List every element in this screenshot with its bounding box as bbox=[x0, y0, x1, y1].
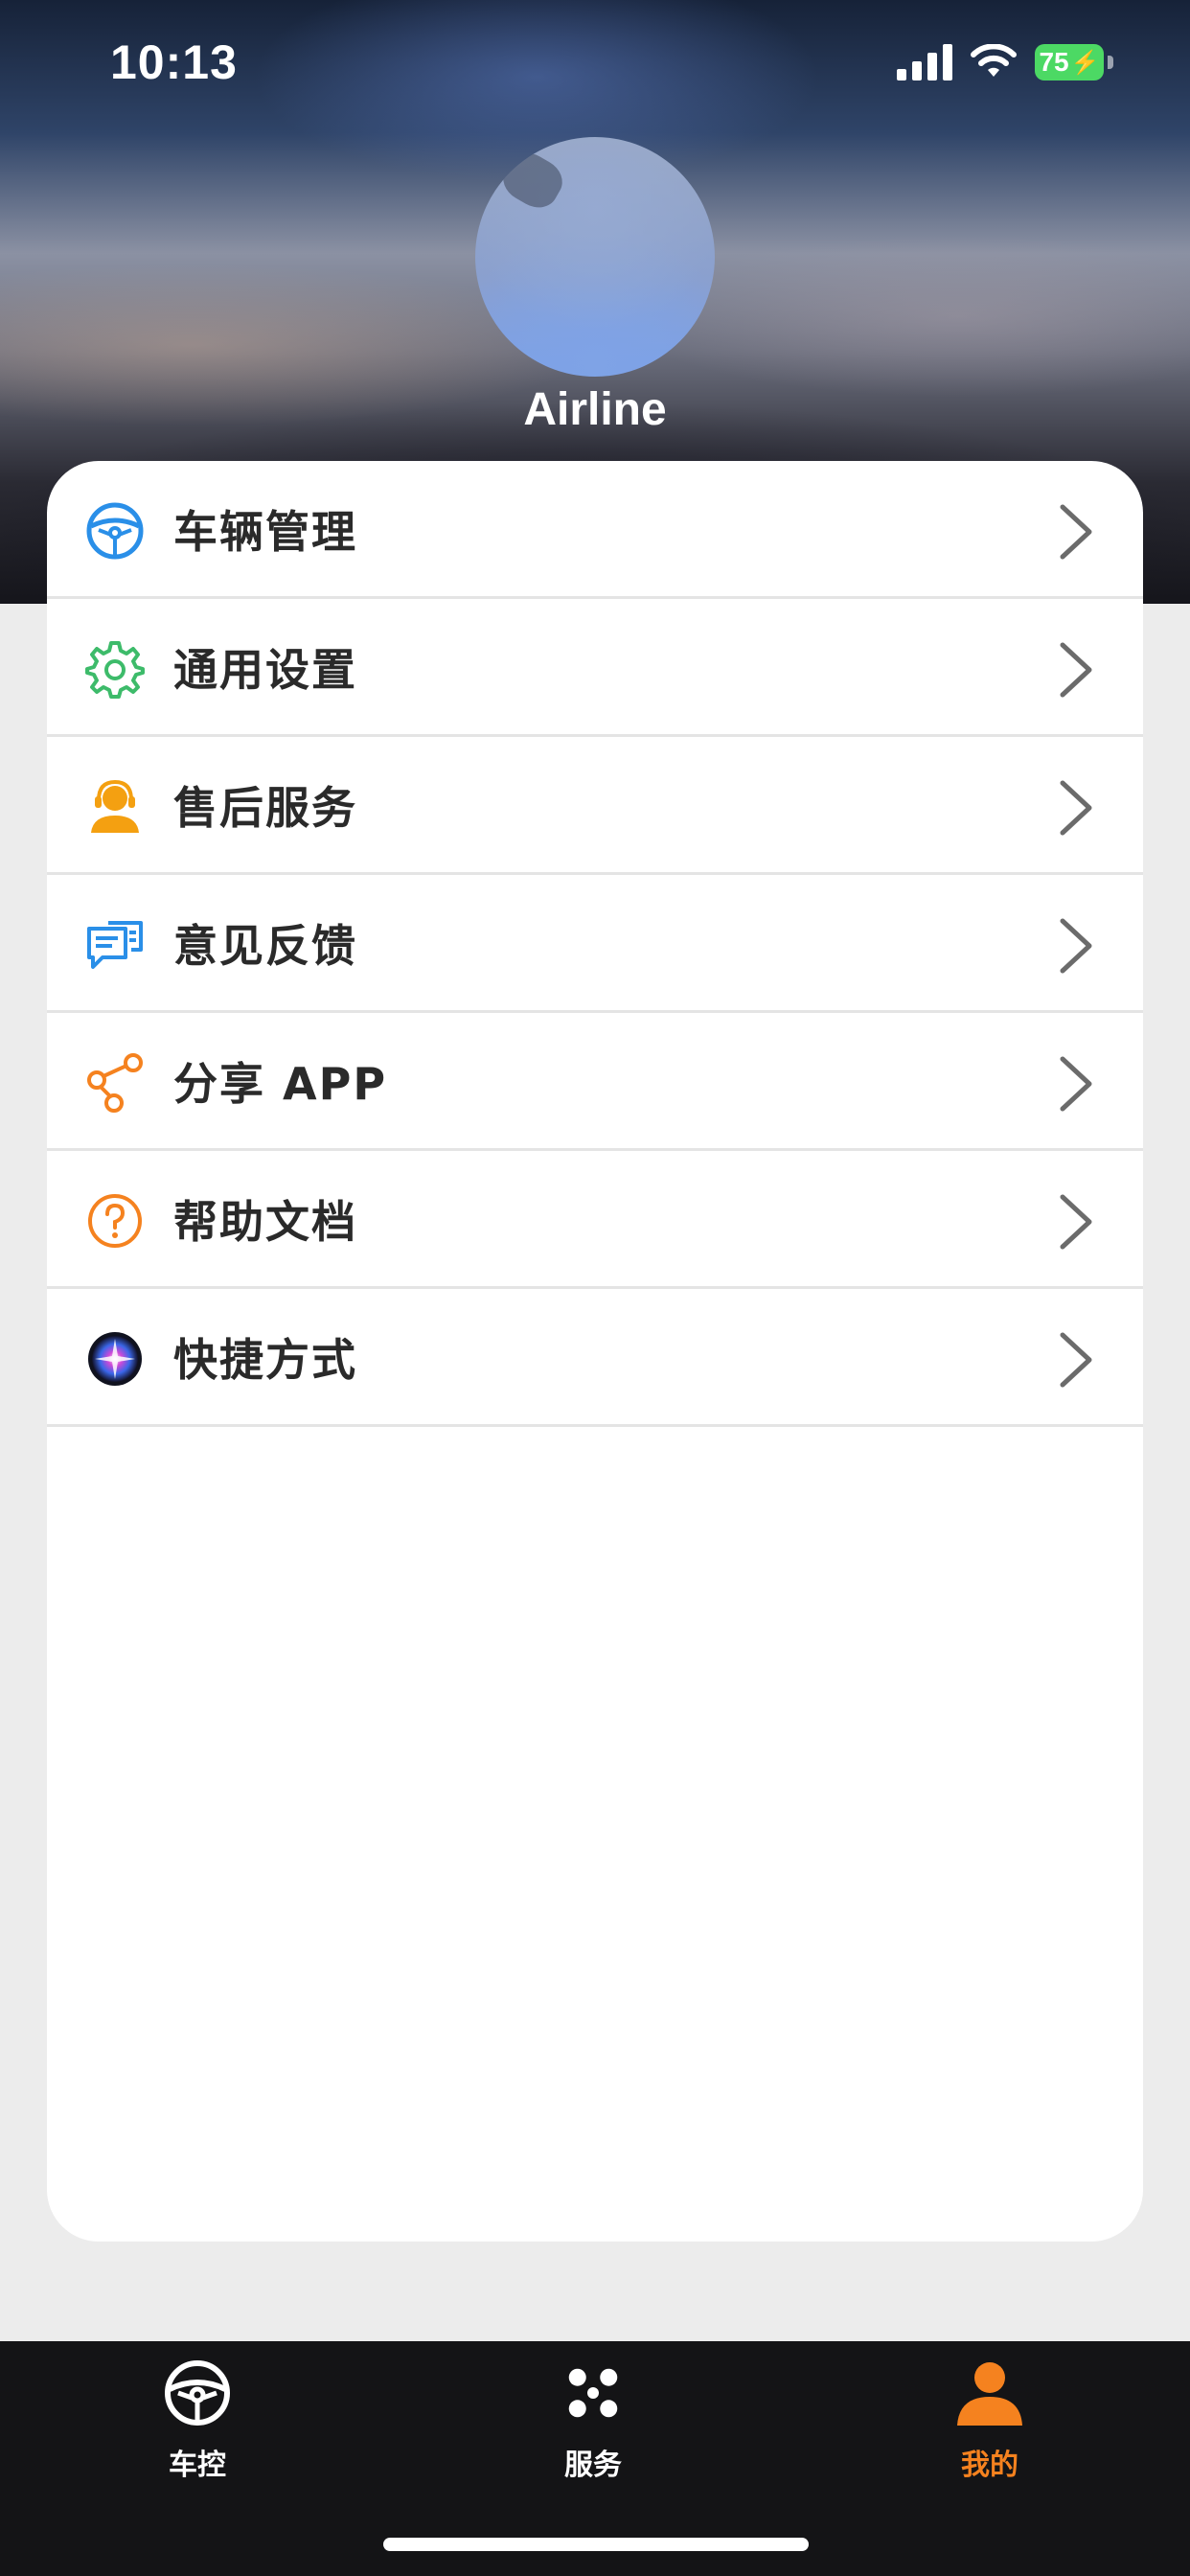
tab-me[interactable]: 我的 bbox=[894, 2341, 1086, 2495]
feedback-chat-icon bbox=[87, 921, 143, 969]
tab-services[interactable]: 服务 bbox=[497, 2341, 689, 2495]
menu-item-help-docs[interactable]: 帮助文档 bbox=[47, 1151, 1143, 1289]
person-icon bbox=[957, 2362, 1022, 2426]
tab-vehicle-control[interactable]: 车控 bbox=[102, 2341, 293, 2495]
menu-item-label: 意见反馈 bbox=[173, 919, 357, 972]
battery-level: 75 bbox=[1039, 47, 1069, 77]
customer-service-icon bbox=[91, 779, 139, 833]
chevron-right-icon bbox=[1060, 780, 1092, 836]
username: Airline bbox=[523, 384, 667, 435]
menu-item-share-app[interactable]: 分享 APP bbox=[47, 1013, 1143, 1151]
menu-item-general-settings[interactable]: 通用设置 bbox=[47, 599, 1143, 737]
menu-item-label: 分享 APP bbox=[173, 1057, 388, 1110]
battery-charging-icon: 75 ⚡ bbox=[1035, 44, 1104, 80]
steering-wheel-icon bbox=[86, 502, 144, 560]
avatar[interactable] bbox=[475, 137, 715, 377]
menu-item-label: 通用设置 bbox=[173, 643, 357, 696]
gear-icon bbox=[85, 641, 145, 699]
chevron-right-icon bbox=[1060, 1332, 1092, 1388]
menu-item-feedback[interactable]: 意见反馈 bbox=[47, 875, 1143, 1013]
menu-item-shortcuts[interactable]: 快捷方式 bbox=[47, 1289, 1143, 1427]
menu-card: 车辆管理 通用设置 售后服务 意见反馈 分享 APP 帮助文档 快捷方式 bbox=[47, 461, 1143, 2242]
home-indicator[interactable] bbox=[383, 2538, 809, 2551]
chevron-right-icon bbox=[1060, 1194, 1092, 1250]
tab-label: 我的 bbox=[961, 2449, 1018, 2482]
menu-item-vehicle-management[interactable]: 车辆管理 bbox=[47, 461, 1143, 599]
cellular-signal-icon bbox=[897, 44, 952, 80]
menu-item-label: 帮助文档 bbox=[173, 1195, 357, 1248]
chevron-right-icon bbox=[1060, 1056, 1092, 1112]
share-icon bbox=[87, 1053, 143, 1113]
steering-wheel-icon bbox=[165, 2360, 230, 2426]
tab-label: 车控 bbox=[169, 2449, 226, 2482]
status-time: 10:13 bbox=[110, 35, 238, 89]
menu-item-label: 快捷方式 bbox=[173, 1333, 357, 1386]
menu-item-label: 售后服务 bbox=[173, 781, 357, 834]
tab-label: 服务 bbox=[564, 2449, 622, 2482]
battery-cap bbox=[1108, 56, 1113, 69]
chevron-right-icon bbox=[1060, 504, 1092, 560]
siri-shortcut-icon bbox=[88, 1332, 142, 1386]
chevron-right-icon bbox=[1060, 642, 1092, 698]
chevron-right-icon bbox=[1060, 918, 1092, 974]
wifi-icon bbox=[971, 44, 1017, 77]
help-question-icon bbox=[88, 1194, 142, 1248]
clover-grid-icon bbox=[568, 2368, 618, 2418]
menu-item-after-sales[interactable]: 售后服务 bbox=[47, 737, 1143, 875]
menu-item-label: 车辆管理 bbox=[173, 505, 357, 558]
status-icons: 75 ⚡ bbox=[897, 44, 1113, 80]
